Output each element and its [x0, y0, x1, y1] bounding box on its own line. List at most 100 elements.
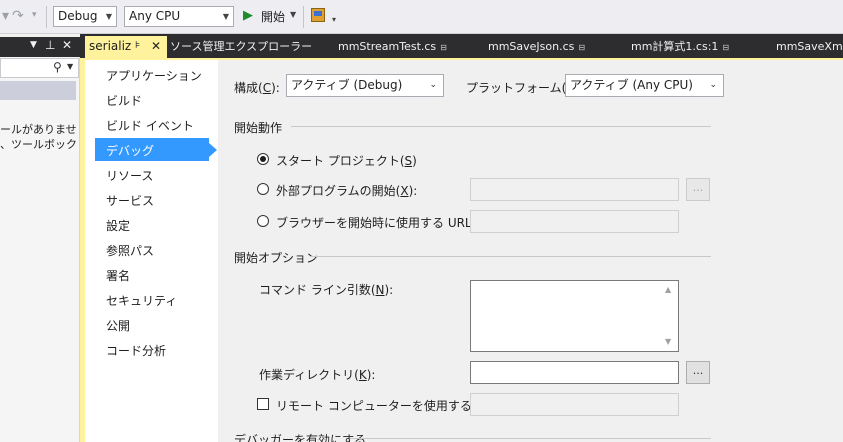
enable-debuggers-title: デバッガーを有効にする	[234, 433, 367, 442]
find-in-files-icon[interactable]	[311, 8, 325, 22]
dropdown-icon[interactable]: ▼	[30, 40, 37, 50]
browser-url-label[interactable]: ブラウザーを開始時に使用する URL(R):	[276, 214, 493, 231]
chevron-down-icon: ⌄	[709, 80, 717, 90]
toolbox-selected-row[interactable]	[0, 81, 76, 100]
solution-platform-combo[interactable]: Any CPU ▼	[124, 6, 234, 27]
remote-machine-label[interactable]: リモート コンピューターを使用する(A)	[276, 397, 489, 414]
tab-label: serializ	[89, 39, 132, 53]
start-options-title: 開始オプション	[234, 251, 319, 265]
toolbar-separator	[303, 6, 304, 28]
remote-machine-field[interactable]	[470, 393, 679, 416]
group-divider	[291, 126, 711, 127]
label-text: 作業ディレクトリ(	[259, 368, 359, 382]
label-text: スタート プロジェクト(	[276, 154, 405, 168]
chevron-down-icon: ▼	[222, 12, 229, 21]
chevron-down-icon: ▼	[105, 12, 112, 21]
solution-config-value: Debug	[58, 9, 98, 23]
redo-icon[interactable]: ↷	[12, 8, 24, 24]
solution-config-combo[interactable]: Debug ▼	[53, 6, 117, 27]
toolbox-empty-message-line2: 、ツールボック	[0, 138, 77, 151]
nav-item-build[interactable]: ビルド	[106, 92, 142, 109]
working-directory-label: 作業ディレクトリ(K):	[259, 366, 375, 383]
pin-icon[interactable]: ⊟	[440, 43, 447, 52]
tab-label: mmSaveJson.cs	[488, 40, 575, 53]
label-text: )	[412, 154, 417, 168]
group-divider	[310, 256, 711, 257]
label-text: リモート コンピューターを使用する(	[276, 399, 477, 413]
external-program-browse-button[interactable]: ...	[686, 178, 710, 201]
close-icon[interactable]: ✕	[151, 36, 161, 56]
tab-serializ[interactable]: serializ ⊧ ✕	[85, 36, 167, 58]
working-directory-browse-button[interactable]: ...	[686, 361, 710, 384]
start-button[interactable]: 開始	[261, 8, 285, 25]
nav-item-code-analysis[interactable]: コード分析	[106, 342, 166, 359]
toolbar-separator	[46, 6, 47, 28]
browser-url-field[interactable]	[470, 210, 679, 233]
external-program-label[interactable]: 外部プログラムの開始(X):	[276, 182, 417, 199]
nav-item-signing[interactable]: 署名	[106, 267, 130, 284]
toolbox-empty-message-line1: ールがありませ	[0, 123, 77, 136]
pin-icon[interactable]: ⊟	[578, 43, 585, 52]
scroll-up-icon[interactable]: ▲	[665, 285, 671, 294]
search-icon: ⚲	[53, 60, 62, 74]
label-accesskey: X	[400, 184, 409, 198]
start-label: 開始	[261, 10, 286, 24]
nav-item-resources[interactable]: リソース	[106, 167, 153, 184]
search-dropdown-icon[interactable]: ▼	[67, 62, 73, 71]
nav-item-security[interactable]: セキュリティ	[106, 292, 177, 309]
start-action-title: 開始動作	[234, 121, 283, 135]
scroll-down-icon[interactable]: ▼	[665, 337, 671, 346]
toolbox-search-input[interactable]: ⚲ ▼	[0, 58, 79, 78]
play-icon[interactable]: ▶	[243, 8, 253, 23]
tab-source-control-explorer[interactable]: ソース管理エクスプローラー	[170, 37, 312, 57]
tab-mmsavejson[interactable]: mmSaveJson.cs ⊟	[488, 37, 585, 58]
nav-item-build-events[interactable]: ビルド イベント	[106, 117, 194, 134]
label-text: 外部プログラムの開始(	[276, 184, 401, 198]
nav-item-reference-paths[interactable]: 参照パス	[106, 242, 154, 259]
pin-icon[interactable]: ⊟	[722, 43, 729, 52]
tab-mmstreamtest[interactable]: mmStreamTest.cs ⊟	[338, 37, 447, 58]
nav-item-services[interactable]: サービス	[106, 192, 154, 209]
label-text: コマンド ライン引数(	[259, 283, 376, 297]
redo-dropdown-icon[interactable]: ▾	[32, 10, 37, 20]
tab-label: mm計算式1.cs:1	[631, 40, 719, 53]
toolbar-dropdown-icon[interactable]: ▾	[2, 8, 9, 24]
tab-label: mmStreamTest.cs	[338, 40, 437, 53]
group-divider	[350, 438, 711, 439]
nav-item-publish[interactable]: 公開	[106, 317, 130, 334]
start-dropdown-icon[interactable]: ▼	[290, 10, 296, 19]
toolbar-overflow-icon[interactable]: ▾	[332, 15, 336, 24]
command-line-args-label: コマンド ライン引数(N):	[259, 281, 393, 298]
label-text: ブラウザーを開始時に使用する URL(	[276, 216, 477, 230]
nav-item-settings[interactable]: 設定	[106, 217, 130, 234]
label-accesskey: S	[404, 154, 413, 168]
external-program-field[interactable]	[470, 178, 679, 201]
close-icon[interactable]: ✕	[62, 38, 72, 52]
pin-icon[interactable]: ⊥	[45, 38, 55, 52]
label-text: ):	[384, 283, 394, 297]
external-program-radio[interactable]	[257, 183, 269, 195]
remote-machine-checkbox[interactable]	[257, 398, 269, 410]
label-text: プラットフォーム(	[466, 81, 567, 95]
tab-mm-formula[interactable]: mm計算式1.cs:1 ⊟	[631, 37, 729, 58]
nav-item-application[interactable]: アプリケーション	[106, 67, 202, 84]
label-accesskey: C	[262, 81, 272, 95]
command-line-args-textarea[interactable]: ▲ ▼	[470, 280, 679, 352]
label-text: ):	[366, 368, 376, 382]
working-directory-input[interactable]	[470, 361, 679, 384]
tab-mmsavexml[interactable]: mmSaveXml.	[776, 37, 843, 57]
platform-value: アクティブ (Any CPU)	[570, 78, 693, 92]
platform-select[interactable]: アクティブ (Any CPU) ⌄	[565, 74, 724, 97]
browser-url-radio[interactable]	[257, 215, 269, 227]
label-text: 構成(	[234, 81, 263, 95]
start-project-label[interactable]: スタート プロジェクト(S)	[276, 152, 417, 169]
tab-label: mmSaveXml.	[776, 40, 843, 53]
pin-icon[interactable]: ⊧	[135, 36, 140, 56]
tab-label: ソース管理エクスプローラー	[170, 40, 313, 53]
start-project-radio[interactable]	[257, 153, 269, 165]
nav-item-debug[interactable]: デバッグ	[106, 142, 154, 159]
solution-platform-value: Any CPU	[129, 9, 181, 23]
label-text: ):	[271, 81, 280, 95]
configuration-select[interactable]: アクティブ (Debug) ⌄	[286, 74, 444, 97]
label-text: ):	[408, 184, 418, 198]
